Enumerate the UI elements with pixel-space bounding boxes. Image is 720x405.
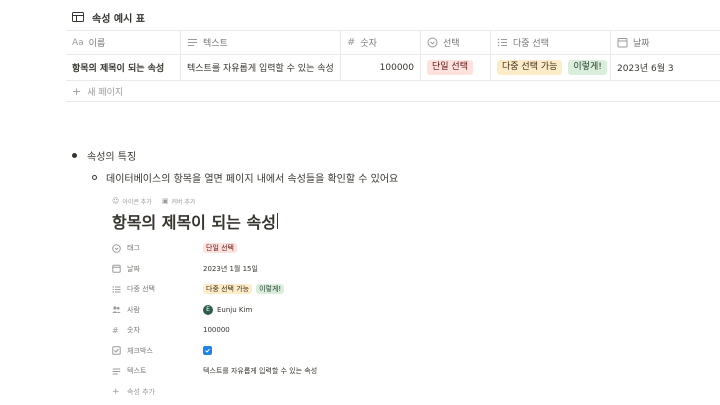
bullet-ring-icon (92, 174, 97, 180)
text-aa-icon: Aa (72, 37, 84, 48)
multi-tag: 이렇게! (568, 60, 607, 75)
hash-icon: # (112, 325, 119, 335)
column-header-date[interactable]: 날짜 (611, 31, 720, 54)
select-tag: 단일 선택 (427, 60, 473, 75)
hash-icon: # (347, 37, 356, 48)
property-date[interactable]: 날짜 2023년 1월 15일 (112, 259, 532, 280)
cell-text[interactable]: 텍스트를 자유롭게 입력할 수 있는 속성 (181, 55, 341, 80)
cell-multi-select[interactable]: 다중 선택 가능 이렇게! (491, 55, 611, 80)
database-title-text: 속성 예시 표 (92, 13, 145, 25)
page-preview: ☺ 아이콘 추가 ▣ 커버 추가 항목의 제목이 되는 속성 태그 단일 선택 … (112, 196, 532, 402)
lines-icon (112, 368, 121, 375)
bullet-list: 속성의 특징 데이터베이스의 항목을 열면 페이지 내에서 속성들을 확인할 수… (72, 146, 398, 186)
select-circle-icon (112, 243, 121, 253)
text-caret (276, 213, 278, 229)
multi-tag: 다중 선택 가능 (497, 60, 563, 75)
bullet-item-nested[interactable]: 데이터베이스의 항목을 열면 페이지 내에서 속성들을 확인할 수 있어요 (92, 168, 398, 186)
column-header-name[interactable]: Aa 이름 (66, 31, 181, 54)
image-icon: ▣ (161, 197, 169, 205)
property-list: 태그 단일 선택 날짜 2023년 1월 15일 다중 선택 다중 선택 가능 … (112, 238, 532, 402)
bullet-dot-icon (72, 152, 77, 158)
property-person[interactable]: 사람 E Eunju Kim (112, 300, 532, 321)
bullet-item[interactable]: 속성의 특징 (72, 146, 398, 164)
cell-date[interactable]: 2023년 6월 3 (611, 55, 720, 80)
property-multi-select[interactable]: 다중 선택 다중 선택 가능 이렇게! (112, 279, 532, 300)
multi-tag: 다중 선택 가능 (203, 284, 253, 295)
plus-icon: + (112, 386, 120, 397)
add-icon-button[interactable]: ☺ 아이콘 추가 (112, 197, 152, 206)
database-table: Aa 이름 텍스트 # 숫자 선택 다중 선택 날짜 항목의 제목이 되는 속성… (66, 30, 720, 102)
database-title[interactable]: 속성 예시 표 (72, 9, 145, 25)
property-text[interactable]: 텍스트 텍스트를 자유롭게 입력할 수 있는 속성 (112, 361, 532, 382)
property-number[interactable]: # 숫자 100000 (112, 320, 532, 341)
plus-icon: + (72, 84, 82, 98)
page-title[interactable]: 항목의 제목이 되는 속성 (112, 210, 532, 232)
add-cover-button[interactable]: ▣ 커버 추가 (162, 197, 196, 206)
list-icon (497, 38, 507, 47)
column-header-select[interactable]: 선택 (421, 31, 491, 54)
select-tag: 단일 선택 (203, 243, 237, 254)
smiley-icon: ☺ (112, 197, 120, 205)
column-header-text[interactable]: 텍스트 (181, 31, 341, 54)
checkbox[interactable] (203, 346, 212, 356)
notion-page: 속성 예시 표 Aa 이름 텍스트 # 숫자 선택 다중 선택 날짜 항목의 제… (0, 0, 720, 405)
check-icon (205, 349, 210, 353)
cell-number[interactable]: 100000 (341, 55, 421, 80)
column-header-number[interactable]: # 숫자 (341, 31, 421, 54)
property-checkbox[interactable]: 체크박스 (112, 341, 532, 362)
calendar-icon (617, 38, 628, 48)
column-header-multi-select[interactable]: 다중 선택 (491, 31, 611, 54)
cell-name[interactable]: 항목의 제목이 되는 속성 (66, 55, 181, 80)
multi-tag: 이렇게! (256, 284, 285, 295)
list-icon (112, 286, 121, 293)
people-icon (112, 306, 121, 314)
avatar: E (203, 304, 213, 315)
checkbox-outline-icon (112, 346, 121, 355)
page-actions: ☺ 아이콘 추가 ▣ 커버 추가 (112, 196, 532, 206)
property-tag[interactable]: 태그 단일 선택 (112, 238, 532, 259)
add-property-button[interactable]: + 속성 추가 (112, 382, 532, 403)
lines-icon (188, 39, 197, 46)
table-row[interactable]: 항목의 제목이 되는 속성 텍스트를 자유롭게 입력할 수 있는 속성 1000… (66, 54, 720, 80)
table-icon (72, 12, 84, 22)
select-circle-icon (427, 37, 438, 48)
new-page-button[interactable]: + 새 페이지 (66, 80, 720, 102)
table-header: Aa 이름 텍스트 # 숫자 선택 다중 선택 날짜 (66, 30, 720, 54)
cell-select[interactable]: 단일 선택 (421, 55, 491, 80)
calendar-icon (112, 264, 121, 273)
